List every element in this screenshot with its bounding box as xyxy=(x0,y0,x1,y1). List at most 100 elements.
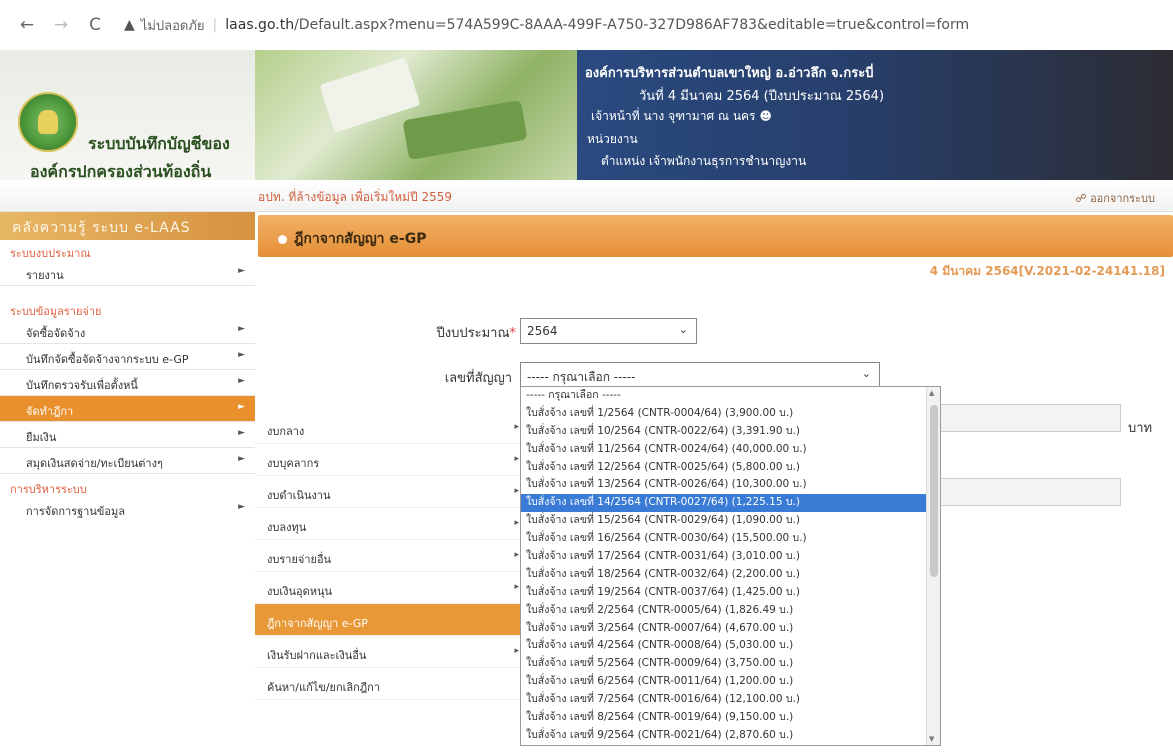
warning-icon[interactable]: ▲ xyxy=(124,17,135,33)
sidebar-item-label: จัดทำฎีกา xyxy=(26,405,74,418)
chevron-right-icon: ► xyxy=(238,402,245,412)
sidebar-item-label: การจัดการฐานข้อมูล xyxy=(26,505,125,518)
dropdown-option[interactable]: ใบสั่งจ้าง เลขที่ 8/2564 (CNTR-0019/64) … xyxy=(521,709,940,727)
submenu-item-label: งบรายจ่ายอื่น xyxy=(267,553,332,566)
dropdown-option[interactable]: ใบสั่งจ้าง เลขที่ 19/2564 (CNTR-0037/64)… xyxy=(521,584,940,602)
sidebar-item-procure-egp[interactable]: บันทึกจัดซื้อจัดจ้างจากระบบ e-GP ► xyxy=(0,344,255,370)
sidebar-item-debt[interactable]: จัดทำฎีกา ► xyxy=(0,396,255,422)
dropdown-option[interactable]: ใบสั่งจ้าง เลขที่ 17/2564 (CNTR-0031/64)… xyxy=(521,548,940,566)
submenu-item[interactable]: ค้นหา/แก้ไข/ยกเลิกฎีกา xyxy=(255,668,521,700)
sidebar-item-inspect[interactable]: บันทึกตรวจรับเพื่อตั้งหนี้ ► xyxy=(0,370,255,396)
logout-link[interactable]: ☍ ออกจากระบบ xyxy=(1075,189,1155,207)
dropdown-option[interactable]: ใบสั่งจ้าง เลขที่ 3/2564 (CNTR-0007/64) … xyxy=(521,620,940,638)
dropdown-option[interactable]: ใบสั่งจ้าง เลขที่ 7/2564 (CNTR-0016/64) … xyxy=(521,691,940,709)
submenu-item-label: งบเงินอุดหนุน xyxy=(267,585,333,598)
sidebar-item-label: จัดซื้อจัดจ้าง xyxy=(26,327,86,340)
user-info-panel: องค์การบริหารส่วนตำบลเขาใหญ่ อ.อ่าวลึก จ… xyxy=(577,50,1173,180)
reset-notice[interactable]: อปท. ที่ล้างข้อมูล เพื่อเริ่มใหม่ปี 2559 xyxy=(258,188,452,207)
fiscal-year-value: 2564 xyxy=(527,324,558,338)
dropdown-option[interactable]: ใบสั่งจ้าง เลขที่ 15/2564 (CNTR-0029/64)… xyxy=(521,512,940,530)
contract-dropdown-list[interactable]: ----- กรุณาเลือก ----- ใบสั่งจ้าง เลขที่ … xyxy=(520,386,941,746)
scroll-down-icon[interactable]: ▼ xyxy=(929,735,934,743)
submenu-item[interactable]: เงินรับฝากและเงินอื่น ▸ xyxy=(255,636,521,668)
dropdown-option[interactable]: ใบสั่งจ้าง เลขที่ 9/2564 (CNTR-0021/64) … xyxy=(521,727,940,745)
submenu-item[interactable]: ฎีกาจากสัญญา e-GP xyxy=(255,604,521,636)
back-icon[interactable]: ← xyxy=(16,15,38,35)
submenu-item[interactable]: งบบุคลากร ▸ xyxy=(255,444,521,476)
dropdown-option[interactable]: ----- กรุณาเลือก ----- xyxy=(521,387,940,405)
agency-seal-icon xyxy=(18,92,78,152)
notice-strip: อปท. ที่ล้างข้อมูล เพื่อเริ่มใหม่ปี 2559… xyxy=(0,180,1173,212)
dropdown-option[interactable]: ใบสั่งจ้าง เลขที่ 6/2564 (CNTR-0011/64) … xyxy=(521,673,940,691)
dropdown-option[interactable]: ใบสั่งจ้าง เลขที่ 13/2564 (CNTR-0026/64)… xyxy=(521,476,940,494)
officer-name: เจ้าหน้าที่ นาง จุฑามาศ ณ นคร ☻ xyxy=(591,107,772,126)
fiscal-year-label-text: ปีงบประมาณ xyxy=(436,326,510,341)
note-field[interactable] xyxy=(940,478,1121,506)
dropdown-option[interactable]: ใบสั่งจ้าง เลขที่ 5/2564 (CNTR-0009/64) … xyxy=(521,655,940,673)
dropdown-option[interactable]: ใบสั่งจ้าง เลขที่ 1/2564 (CNTR-0004/64) … xyxy=(521,405,940,423)
security-label[interactable]: ไม่ปลอดภัย xyxy=(141,15,205,36)
section-admin: การบริหารระบบ xyxy=(10,483,87,496)
submenu-item-label: งบบุคลากร xyxy=(267,457,320,470)
chevron-right-icon: ▸ xyxy=(514,646,519,656)
site-header: ระบบบันทึกบัญชีของ องค์กรปกครองส่วนท้องถ… xyxy=(0,50,1173,181)
reload-icon[interactable]: C xyxy=(84,15,106,35)
chevron-right-icon: ▸ xyxy=(514,582,519,592)
submenu-item-label: ค้นหา/แก้ไข/ยกเลิกฎีกา xyxy=(267,681,381,694)
sidebar-item-database[interactable]: การจัดการฐานข้อมูล ► xyxy=(0,496,255,522)
address-bar[interactable]: laas.go.th/Default.aspx?menu=574A599C-8A… xyxy=(225,17,969,33)
chevron-down-icon: ⌄ xyxy=(861,367,871,380)
logout-icon: ☍ xyxy=(1075,192,1087,205)
scroll-thumb[interactable] xyxy=(930,405,938,577)
contract-select[interactable]: ----- กรุณาเลือก ----- ⌄ xyxy=(520,362,880,388)
scroll-up-icon[interactable]: ▲ xyxy=(929,389,934,397)
position-label: ตำแหน่ง เจ้าพนักงานธุรการชำนาญงาน xyxy=(601,154,807,168)
chevron-right-icon: ▸ xyxy=(514,486,519,496)
knowledge-banner[interactable]: คลังความรู้ ระบบ e-LAAS xyxy=(0,212,255,240)
sidebar-item-cashbook[interactable]: สมุดเงินสดจ่าย/ทะเบียนต่างๆ ► xyxy=(0,448,255,474)
dropdown-scrollbar[interactable]: ▲ ▼ xyxy=(926,387,940,745)
submenu-item[interactable]: งบเงินอุดหนุน ▸ xyxy=(255,572,521,604)
sidebar-item-label: รายงาน xyxy=(26,269,64,282)
dropdown-option[interactable]: ใบสั่งจ้าง เลขที่ 10/2564 (CNTR-0022/64)… xyxy=(521,423,940,441)
submenu-item[interactable]: งบลงทุน ▸ xyxy=(255,508,521,540)
submenu-item-label: ฎีกาจากสัญญา e-GP xyxy=(267,617,368,630)
sidebar-item-label: สมุดเงินสดจ่าย/ทะเบียนต่างๆ xyxy=(26,457,163,470)
debt-submenu: งบกลาง ▸ งบบุคลากร ▸ งบดำเนินงาน ▸ งบลงทุน ▸ งบร… xyxy=(255,412,521,700)
sidebar-item-loan[interactable]: ยืมเงิน ► xyxy=(0,422,255,448)
page-title-bar: ฎีกาจากสัญญา e-GP xyxy=(258,215,1173,257)
version-stamp: 4 มีนาคม 2564[V.2021-02-24141.18] xyxy=(929,264,1165,278)
officer-text: เจ้าหน้าที่ นาง จุฑามาศ ณ นคร xyxy=(591,109,756,123)
submenu-item-label: งบกลาง xyxy=(267,425,305,438)
chevron-right-icon: ► xyxy=(238,350,245,360)
forward-icon[interactable]: → xyxy=(50,15,72,35)
url-path: /Default.aspx?menu=574A599C-8AAA-499F-A7… xyxy=(294,17,970,33)
submenu-item[interactable]: งบดำเนินงาน ▸ xyxy=(255,476,521,508)
submenu-item[interactable]: งบรายจ่ายอื่น ▸ xyxy=(255,540,521,572)
contract-value: ----- กรุณาเลือก ----- xyxy=(527,370,636,384)
logout-text: ออกจากระบบ xyxy=(1090,192,1155,205)
dropdown-option[interactable]: ใบสั่งจ้าง เลขที่ 11/2564 (CNTR-0024/64)… xyxy=(521,441,940,459)
dropdown-option[interactable]: ใบสั่งจ้าง เลขที่ 4/2564 (CNTR-0008/64) … xyxy=(521,637,940,655)
header-photo xyxy=(255,50,577,180)
submenu-item-label: เงินรับฝากและเงินอื่น xyxy=(267,649,367,662)
dropdown-option[interactable]: ใบสั่งจ้าง เลขที่ 14/2564 (CNTR-0027/64)… xyxy=(521,494,940,513)
fiscal-year-select[interactable]: 2564 ⌄ xyxy=(520,318,697,344)
sidebar-item-report[interactable]: รายงาน ► xyxy=(0,260,255,286)
required-mark: * xyxy=(509,326,517,341)
chevron-right-icon: ▸ xyxy=(514,454,519,464)
chevron-right-icon: ► xyxy=(238,266,245,276)
dropdown-options: ----- กรุณาเลือก ----- ใบสั่งจ้าง เลขที่ … xyxy=(521,387,940,745)
fiscal-year-label: ปีงบประมาณ* xyxy=(360,322,517,343)
dropdown-option[interactable]: ใบสั่งจ้าง เลขที่ 16/2564 (CNTR-0030/64)… xyxy=(521,530,940,548)
amount-field[interactable] xyxy=(940,404,1121,432)
dropdown-option[interactable]: ใบสั่งจ้าง เลขที่ 18/2564 (CNTR-0032/64)… xyxy=(521,566,940,584)
submenu-item[interactable]: งบกลาง ▸ xyxy=(255,412,521,444)
sidebar-item-procure[interactable]: จัดซื้อจัดจ้าง ► xyxy=(0,318,255,344)
url-separator: | xyxy=(212,17,218,33)
chevron-right-icon: ► xyxy=(238,454,245,464)
section-budget: ระบบงบประมาณ xyxy=(10,247,91,260)
dropdown-option[interactable]: ใบสั่งจ้าง เลขที่ 12/2564 (CNTR-0025/64)… xyxy=(521,459,940,477)
logo-area: ระบบบันทึกบัญชีของ องค์กรปกครองส่วนท้องถ… xyxy=(0,50,255,181)
dropdown-option[interactable]: ใบสั่งจ้าง เลขที่ 2/2564 (CNTR-0005/64) … xyxy=(521,602,940,620)
